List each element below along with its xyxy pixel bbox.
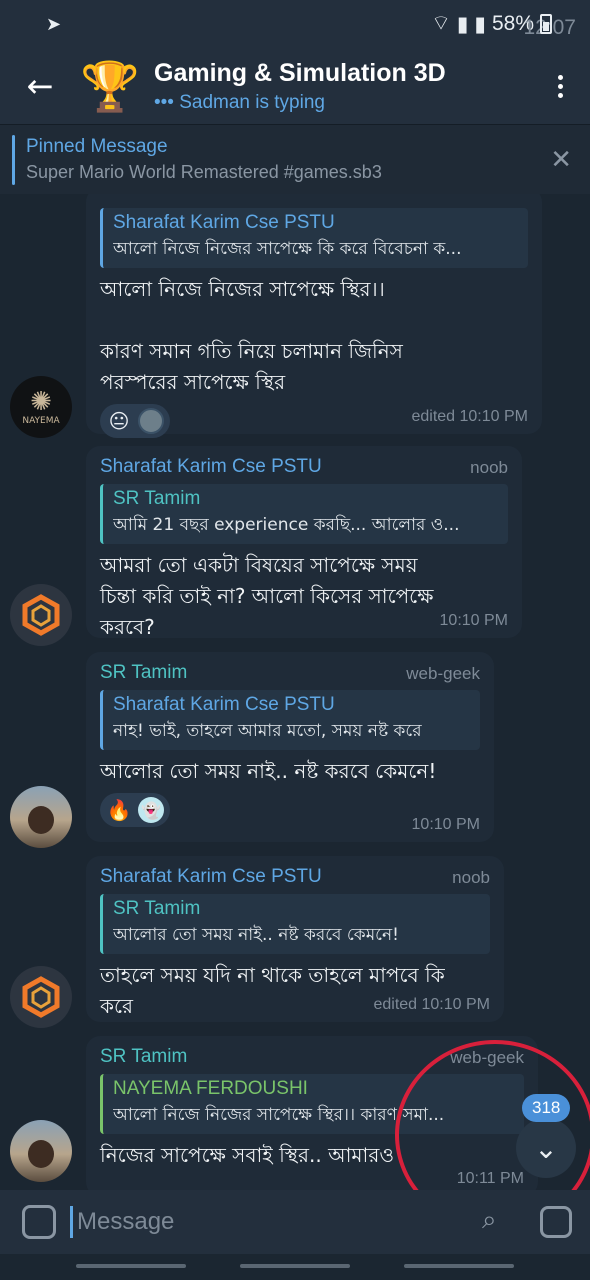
avatar-sharafat[interactable] (10, 966, 72, 1028)
system-nav-bar (0, 1254, 590, 1280)
back-button[interactable]: ← (0, 48, 80, 124)
text-caret (70, 1206, 73, 1238)
reactor-avatar (138, 408, 164, 434)
text-line: আমরা তো একটা বিষয়ের সাপেক্ষে সময় (100, 553, 418, 577)
message-bubble[interactable]: Sharafat Karim Cse PSTU আলো নিজে নিজের স… (86, 194, 542, 438)
sender-role: web-geek (406, 664, 480, 683)
chat-title: Gaming & Simulation 3D (154, 58, 446, 87)
message-bubble[interactable]: Sharafat Karim Cse PSTU noob SR Tamim আল… (86, 856, 504, 1022)
sender-role: noob (452, 868, 490, 887)
text-line: চিন্তা করি তাই না? আলো কিসের সাপেক্ষে (100, 584, 434, 608)
reply-preview[interactable]: NAYEMA FERDOUSHI আলো নিজে নিজের সাপেক্ষে… (100, 1074, 524, 1134)
text-line: তাহলে সময় যদি না থাকে তাহলে মাপবে কি (100, 963, 445, 987)
message-time: edited 10:10 PM (411, 408, 528, 425)
reply-text: আমি 21 বছর experience করছি... আলোর ও... (113, 515, 460, 535)
message-list[interactable]: ✺ NAYEMA Sharafat Karim Cse PSTU আলো নিজ… (0, 194, 590, 1190)
message-composer: Message ⌕ (0, 1190, 590, 1254)
ornament-icon: ✺ (30, 387, 52, 417)
avatar-label: NAYEMA (22, 416, 60, 426)
message-bubble[interactable]: SR Tamim web-geek Sharafat Karim Cse PST… (86, 652, 494, 842)
reply-text: নাহ! ভাই, তাহলে আমার মতো, সময় নষ্ট করে (113, 721, 422, 741)
reply-name: SR Tamim (113, 898, 201, 919)
signal-icon-2: ▮ (474, 12, 486, 36)
text-line: আলো নিজে নিজের সাপেক্ষে স্থির।। (100, 277, 385, 301)
text-line: আলোর তো সময় নাই.. নষ্ট করবে কেমনে! (100, 759, 437, 783)
reply-text: আলোর তো সময় নাই.. নষ্ট করবে কেমনে! (113, 925, 399, 945)
avatar-nayema[interactable]: ✺ NAYEMA (10, 376, 72, 438)
sender-role: noob (470, 458, 508, 477)
reply-preview[interactable]: Sharafat Karim Cse PSTU নাহ! ভাই, তাহলে … (100, 690, 480, 750)
message-placeholder: Message (77, 1208, 175, 1235)
message-text[interactable]: আলো নিজে নিজের সাপেক্ষে স্থির।। কারণ সমা… (100, 274, 528, 398)
reply-name: SR Tamim (113, 488, 201, 509)
reply-preview[interactable]: SR Tamim আমি 21 বছর experience করছি... আ… (100, 484, 508, 544)
reply-name: NAYEMA FERDOUSHI (113, 1078, 308, 1099)
text-line (100, 305, 528, 336)
chat-title-area[interactable]: Gaming & Simulation 3D ••• Sadman is typ… (154, 59, 446, 114)
reply-name: Sharafat Karim Cse PSTU (113, 694, 335, 715)
hexagon-logo-icon (22, 594, 60, 636)
message-bubble[interactable]: Sharafat Karim Cse PSTU noob SR Tamim আম… (86, 446, 522, 639)
more-dot-icon (557, 83, 563, 89)
avatar-tamim[interactable] (10, 1120, 72, 1182)
sender-role: web-geek (450, 1048, 524, 1067)
hexagon-logo-icon (22, 976, 60, 1018)
pinned-message-bar[interactable]: Pinned Message Super Mario World Remaste… (0, 124, 590, 194)
sender-name[interactable]: Sharafat Karim Cse PSTU (100, 456, 508, 478)
typing-indicator: ••• Sadman is typing (154, 91, 325, 113)
pinned-text: Super Mario World Remastered #games.sb3 (26, 162, 382, 182)
close-icon[interactable]: ✕ (550, 145, 572, 175)
ghost-icon: 👻 (138, 797, 164, 823)
arrow-left-icon: ← (26, 67, 54, 105)
nav-pill (404, 1264, 514, 1268)
avatar-photo-head (28, 1140, 54, 1168)
sticker-icon[interactable] (22, 1205, 56, 1239)
chevron-down-icon: ⌄ (534, 1131, 558, 1165)
sender-name[interactable]: Sharafat Karim Cse PSTU (100, 866, 490, 888)
message-time: 10:10 PM (439, 612, 508, 629)
more-dot-icon (557, 74, 563, 80)
telegram-icon: ➤ (46, 13, 62, 35)
avatar-sharafat[interactable] (10, 584, 72, 646)
text-line: নিজের সাপেক্ষে সবাই স্থির.. আমারও (100, 1143, 395, 1167)
nav-pill (76, 1264, 186, 1268)
chat-header: ← 🏆 Gaming & Simulation 3D ••• Sadman is… (0, 48, 590, 124)
unread-count-badge: 318 (522, 1094, 571, 1122)
text-line: পরস্পরের সাপেক্ষে স্থির (100, 370, 286, 394)
reply-name: Sharafat Karim Cse PSTU (113, 212, 335, 233)
message-text[interactable]: নিজের সাপেক্ষে সবাই স্থির.. আমারও (100, 1140, 524, 1171)
avatar-tamim[interactable] (10, 786, 72, 848)
more-menu-button[interactable] (530, 74, 590, 98)
attach-icon[interactable]: ⌕ (482, 1205, 512, 1239)
reply-text: আলো নিজে নিজের সাপেক্ষে কি করে বিবেচনা ক… (113, 239, 462, 259)
message-time: 10:10 PM (411, 816, 480, 833)
text-line: কারণ সমান গতি নিয়ে চলামান জিনিস (100, 339, 403, 363)
pinned-title: Pinned Message (26, 136, 168, 157)
reply-preview[interactable]: SR Tamim আলোর তো সময় নাই.. নষ্ট করবে কে… (100, 894, 490, 954)
more-dot-icon (557, 92, 563, 98)
camera-icon[interactable] (540, 1206, 572, 1238)
fire-icon: 🔥 (106, 798, 132, 822)
group-avatar-trophy-icon[interactable]: 🏆 (80, 56, 140, 116)
signal-icon: ▮ (456, 12, 469, 36)
reaction-chip[interactable]: 😐 (100, 404, 170, 438)
pinned-accent-bar (12, 134, 15, 185)
avatar-photo-head (28, 806, 54, 834)
battery-icon (540, 14, 552, 34)
message-bubble[interactable]: SR Tamim web-geek NAYEMA FERDOUSHI আলো ন… (86, 1036, 538, 1190)
reply-text: আলো নিজে নিজের সাপেক্ষে স্থির।। কারণ সমা… (113, 1105, 445, 1125)
nav-pill (240, 1264, 350, 1268)
message-text[interactable]: আলোর তো সময় নাই.. নষ্ট করবে কেমনে! (100, 756, 480, 787)
scroll-to-bottom-button[interactable]: ⌄ (516, 1118, 576, 1178)
reaction-chip[interactable]: 🔥 👻 (100, 793, 170, 827)
neutral-face-icon: 😐 (108, 409, 130, 433)
message-input[interactable]: Message (70, 1200, 482, 1244)
wifi-icon: ⌔ (431, 12, 451, 35)
message-time: edited 10:10 PM (373, 996, 490, 1013)
reply-preview[interactable]: Sharafat Karim Cse PSTU আলো নিজে নিজের স… (100, 208, 528, 268)
status-bar: 12:07 ➤ ⌔ ▮ ▮ 58% (0, 0, 590, 48)
message-time: 10:11 PM (456, 1170, 524, 1187)
